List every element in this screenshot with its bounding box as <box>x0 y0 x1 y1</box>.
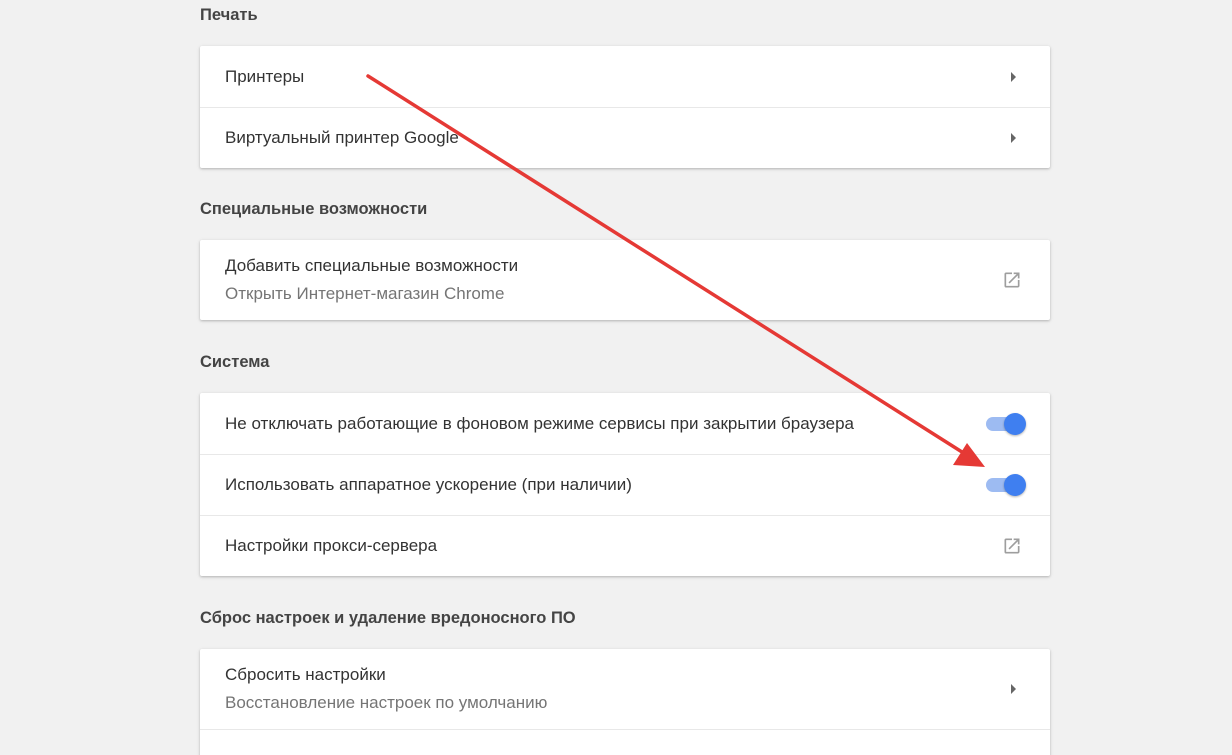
section-title-accessibility: Специальные возможности <box>200 200 428 218</box>
row-google-cloud-print-label: Виртуальный принтер Google <box>225 128 459 147</box>
card-printing: Принтеры Виртуальный принтер Google <box>200 46 1050 168</box>
row-reset-settings[interactable]: Сбросить настройки Восстановление настро… <box>200 649 1050 729</box>
row-cleanup-cut-off[interactable] <box>200 729 1050 755</box>
row-proxy-settings[interactable]: Настройки прокси-сервера <box>200 515 1050 576</box>
row-google-cloud-print[interactable]: Виртуальный принтер Google <box>200 107 1050 168</box>
open-in-new-icon <box>1004 272 1020 288</box>
arrow-right-icon <box>1011 133 1016 143</box>
card-reset: Сбросить настройки Восстановление настро… <box>200 649 1050 755</box>
section-title-printing: Печать <box>200 6 258 24</box>
row-hardware-acceleration[interactable]: Использовать аппаратное ускорение (при н… <box>200 454 1050 515</box>
arrow-right-icon <box>1011 71 1016 82</box>
hardware-acceleration-toggle[interactable] <box>984 474 1026 496</box>
row-reset-settings-sublabel: Восстановление настроек по умолчанию <box>225 693 548 712</box>
row-reset-settings-label: Сбросить настройки <box>225 665 386 684</box>
row-printers-label: Принтеры <box>225 66 305 86</box>
section-title-reset: Сброс настроек и удаление вредоносного П… <box>200 609 576 627</box>
section-title-system: Система <box>200 353 270 371</box>
row-hardware-acceleration-label: Использовать аппаратное ускорение (при н… <box>225 475 632 494</box>
arrow-right-icon <box>1011 684 1016 694</box>
row-add-accessibility[interactable]: Добавить специальные возможности Открыть… <box>200 240 1050 320</box>
card-system: Не отключать работающие в фоновом режиме… <box>200 393 1050 576</box>
background-apps-toggle[interactable] <box>984 412 1026 435</box>
open-in-new-icon <box>1004 538 1020 554</box>
settings-page: Печать Принтеры Виртуальный принтер Goog… <box>0 0 1232 755</box>
row-add-accessibility-sublabel: Открыть Интернет-магазин Chrome <box>225 284 505 303</box>
toggle-knob <box>1004 474 1026 496</box>
row-background-apps-label: Не отключать работающие в фоновом режиме… <box>225 413 854 433</box>
toggle-knob <box>1004 412 1026 435</box>
row-proxy-settings-label: Настройки прокси-сервера <box>225 536 438 555</box>
row-add-accessibility-label: Добавить специальные возможности <box>225 256 519 275</box>
row-background-apps[interactable]: Не отключать работающие в фоновом режиме… <box>200 393 1050 454</box>
row-printers[interactable]: Принтеры <box>200 46 1050 107</box>
card-accessibility: Добавить специальные возможности Открыть… <box>200 240 1050 320</box>
